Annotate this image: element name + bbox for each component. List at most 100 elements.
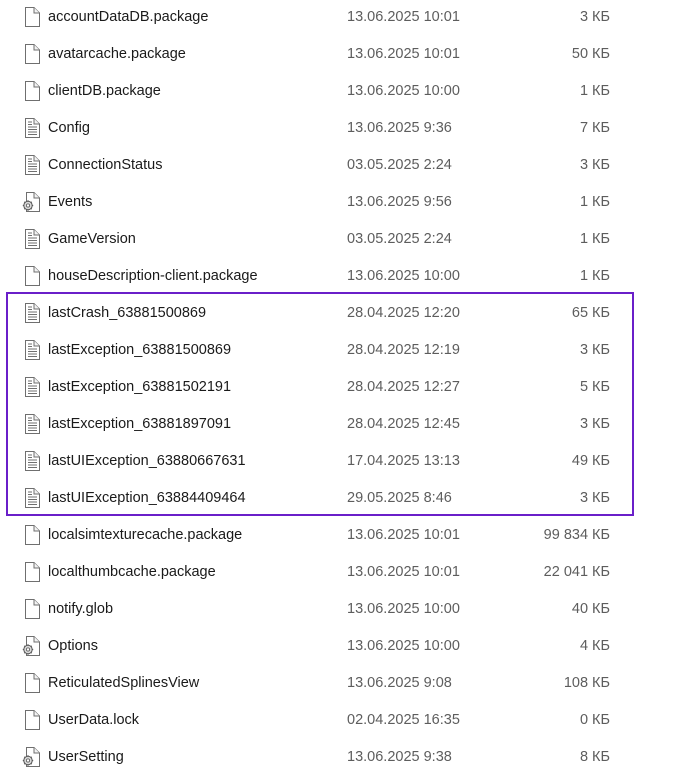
file-date: 13.06.2025 9:08 [347,675,452,691]
file-size: 108 КБ [563,675,610,691]
file-size: 99 834 КБ [543,527,610,543]
file-row[interactable]: lastException_63881500869 28.04.2025 12:… [0,332,686,368]
text-file-icon [21,487,43,509]
text-file-icon [21,339,43,361]
file-size: 3 КБ [579,9,610,25]
blank-file-icon [21,43,43,65]
file-row[interactable]: localsimtexturecache.package 13.06.2025 … [0,517,686,553]
file-size: 7 КБ [579,120,610,136]
file-name: GameVersion [48,231,136,247]
file-name: localsimtexturecache.package [48,527,243,543]
file-date: 13.06.2025 9:36 [347,120,452,136]
blank-file-icon [21,6,43,28]
blank-file-icon [21,265,43,287]
file-row[interactable]: Options 13.06.2025 10:00 4 КБ [0,628,686,664]
blank-file-icon [21,80,43,102]
text-file-icon [21,376,43,398]
file-row[interactable]: avatarcache.package 13.06.2025 10:01 50 … [0,36,686,72]
text-file-icon [21,413,43,435]
file-row[interactable]: clientDB.package 13.06.2025 10:00 1 КБ [0,73,686,109]
file-size: 1 КБ [579,194,610,210]
file-name: accountDataDB.package [48,9,209,25]
file-date: 03.05.2025 2:24 [347,231,452,247]
settings-file-icon [21,191,43,213]
file-size: 3 КБ [579,342,610,358]
file-date: 28.04.2025 12:27 [347,379,460,395]
file-name: localthumbcache.package [48,564,216,580]
file-date: 13.06.2025 9:38 [347,749,452,765]
file-name: notify.glob [48,601,114,617]
file-row[interactable]: lastException_63881897091 28.04.2025 12:… [0,406,686,442]
file-size: 1 КБ [579,231,610,247]
blank-file-icon [21,524,43,546]
file-name: lastUIException_63884409464 [48,490,246,506]
file-size: 22 041 КБ [543,564,610,580]
file-size: 50 КБ [571,46,610,62]
file-date: 13.06.2025 10:00 [347,268,460,284]
file-name: Events [48,194,93,210]
file-size: 0 КБ [579,712,610,728]
file-size: 4 КБ [579,638,610,654]
file-name: avatarcache.package [48,46,186,62]
file-name: Config [48,120,90,136]
file-row[interactable]: lastException_63881502191 28.04.2025 12:… [0,369,686,405]
file-name: lastException_63881502191 [48,379,232,395]
file-row[interactable]: ReticulatedSplinesView 13.06.2025 9:08 1… [0,665,686,701]
file-row[interactable]: GameVersion 03.05.2025 2:24 1 КБ [0,221,686,257]
file-row[interactable]: localthumbcache.package 13.06.2025 10:01… [0,554,686,590]
file-size: 1 КБ [579,83,610,99]
file-name: UserSetting [48,749,124,765]
file-name: lastCrash_63881500869 [48,305,207,321]
file-date: 13.06.2025 10:01 [347,46,460,62]
text-file-icon [21,154,43,176]
file-date: 13.06.2025 9:56 [347,194,452,210]
file-row[interactable]: notify.glob 13.06.2025 10:00 40 КБ [0,591,686,627]
file-name: ConnectionStatus [48,157,163,173]
file-row[interactable]: UserData.lock 02.04.2025 16:35 0 КБ [0,702,686,738]
file-size: 1 КБ [579,268,610,284]
file-name: Options [48,638,98,654]
file-date: 28.04.2025 12:20 [347,305,460,321]
file-name: lastUIException_63880667631 [48,453,246,469]
file-date: 28.04.2025 12:45 [347,416,460,432]
file-list: accountDataDB.package 13.06.2025 10:01 3… [0,0,686,776]
file-name: lastException_63881500869 [48,342,232,358]
file-size: 5 КБ [579,379,610,395]
file-date: 13.06.2025 10:00 [347,638,460,654]
file-row[interactable]: Events 13.06.2025 9:56 1 КБ [0,184,686,220]
file-date: 17.04.2025 13:13 [347,453,460,469]
file-size: 8 КБ [579,749,610,765]
file-date: 13.06.2025 10:00 [347,601,460,617]
file-row[interactable]: accountDataDB.package 13.06.2025 10:01 3… [0,0,686,35]
file-date: 03.05.2025 2:24 [347,157,452,173]
text-file-icon [21,228,43,250]
file-size: 65 КБ [571,305,610,321]
file-date: 13.06.2025 10:01 [347,527,460,543]
blank-file-icon [21,561,43,583]
text-file-icon [21,450,43,472]
file-row[interactable]: lastCrash_63881500869 28.04.2025 12:20 6… [0,295,686,331]
file-date: 13.06.2025 10:01 [347,564,460,580]
file-date: 28.04.2025 12:19 [347,342,460,358]
file-row[interactable]: lastUIException_63884409464 29.05.2025 8… [0,480,686,516]
blank-file-icon [21,598,43,620]
file-date: 29.05.2025 8:46 [347,490,452,506]
file-row[interactable]: houseDescription-client.package 13.06.20… [0,258,686,294]
text-file-icon [21,302,43,324]
file-size: 40 КБ [571,601,610,617]
file-row[interactable]: ConnectionStatus 03.05.2025 2:24 3 КБ [0,147,686,183]
text-file-icon [21,117,43,139]
file-row[interactable]: UserSetting 13.06.2025 9:38 8 КБ [0,739,686,775]
file-size: 49 КБ [571,453,610,469]
file-date: 02.04.2025 16:35 [347,712,460,728]
file-name: ReticulatedSplinesView [48,675,200,691]
file-date: 13.06.2025 10:01 [347,9,460,25]
blank-file-icon [21,672,43,694]
file-row[interactable]: Config 13.06.2025 9:36 7 КБ [0,110,686,146]
file-name: UserData.lock [48,712,140,728]
file-name: houseDescription-client.package [48,268,258,284]
file-size: 3 КБ [579,416,610,432]
file-name: lastException_63881897091 [48,416,232,432]
file-row[interactable]: lastUIException_63880667631 17.04.2025 1… [0,443,686,479]
blank-file-icon [21,709,43,731]
